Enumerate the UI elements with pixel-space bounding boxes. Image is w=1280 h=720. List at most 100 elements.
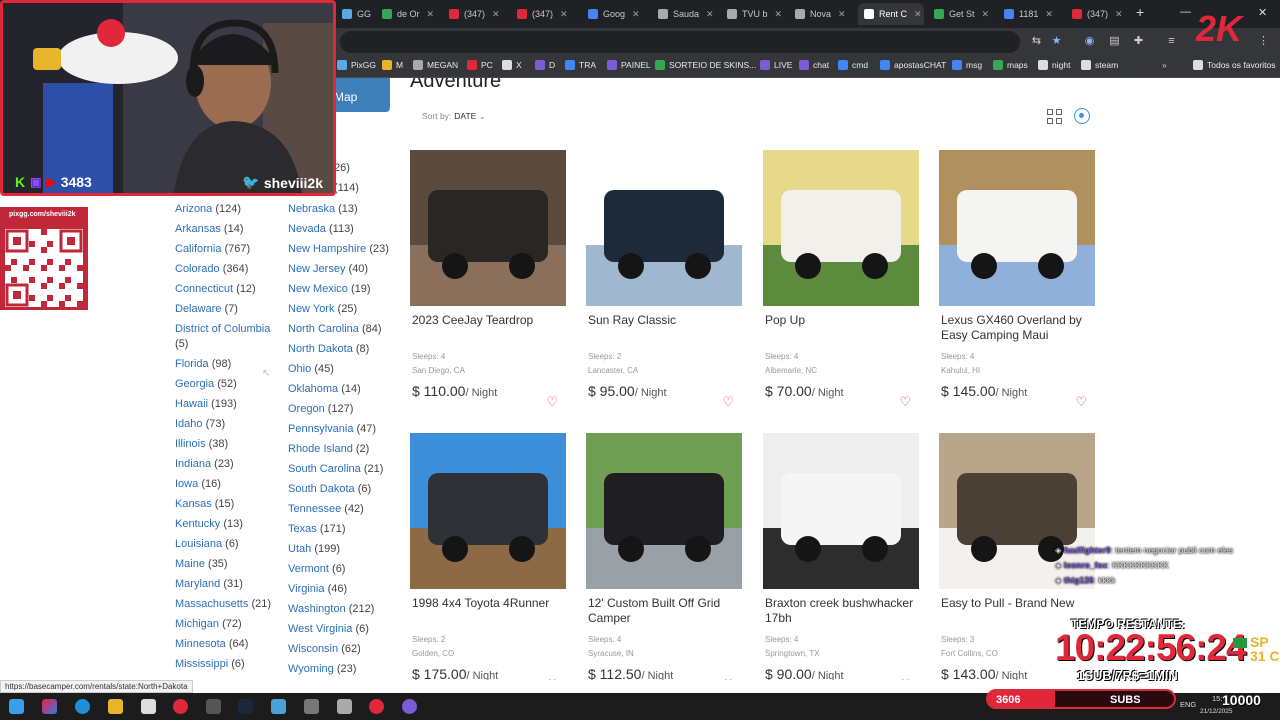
bookmark-item[interactable]: MEGAN [413,60,458,70]
listing-photo[interactable] [763,150,919,306]
favorite-heart-icon[interactable]: ♡ [722,677,734,680]
state-link[interactable]: Hawaii (193) [175,394,285,414]
listing-title[interactable]: 12' Custom Built Off Grid Camper [586,596,742,628]
browser-tab[interactable]: TVU b ✕ [721,3,787,25]
listing-card[interactable]: Lexus GX460 Overland by Easy Camping Mau… [939,150,1095,412]
address-bar[interactable] [340,31,1020,53]
extension-icon[interactable]: ▤ [1108,35,1121,48]
state-link[interactable]: South Carolina (21) [288,459,398,479]
listing-title[interactable]: Sun Ray Classic [586,313,742,345]
bookmark-item[interactable]: SORTEIO DE SKINS... [655,60,756,70]
tray-time[interactable]: 15: [1212,694,1222,703]
tab-close-icon[interactable]: ✕ [1045,9,1053,20]
minimize-icon[interactable]: — [1180,6,1191,18]
app-icon[interactable] [271,699,286,714]
bookmark-item[interactable]: maps [993,60,1028,70]
translate-icon[interactable]: ⇆ [1030,35,1043,48]
state-link[interactable]: Maryland (31) [175,574,285,594]
puzzle-icon[interactable]: ✚ [1132,35,1145,48]
state-link[interactable]: Texas (171) [288,519,398,539]
state-link[interactable]: Utah (199) [288,539,398,559]
grid-view-icon[interactable] [1047,109,1063,125]
state-link[interactable]: Kansas (15) [175,494,285,514]
new-tab-button[interactable]: + [1136,4,1144,20]
tab-close-icon[interactable]: ✕ [838,9,846,20]
listing-card[interactable]: 2023 CeeJay Teardrop Sleeps: 4 San Diego, … [410,150,566,412]
listing-card[interactable]: 12' Custom Built Off Grid Camper Sleeps: … [586,433,742,680]
bookmark-item[interactable]: Todos os favoritos [1193,60,1276,70]
state-link[interactable]: Pennsylvania (47) [288,419,398,439]
app-icon[interactable] [42,699,57,714]
tab-close-icon[interactable]: ✕ [1115,9,1123,20]
state-link[interactable]: Iowa (16) [175,474,285,494]
tab-close-icon[interactable]: ✕ [427,9,435,20]
browser-tab[interactable]: Sauda ✕ [652,3,718,25]
bookmark-item[interactable]: night [1038,60,1070,70]
state-link[interactable]: Colorado (364) [175,259,285,279]
browser-tab[interactable]: de Or ✕ [376,3,442,25]
state-link[interactable]: Massachusetts (21) [175,594,285,614]
state-link[interactable]: Minnesota (64) [175,634,285,654]
state-link[interactable]: District of Columbia (5) [175,319,285,354]
listing-card[interactable]: 1998 4x4 Toyota 4Runner Sleeps: 2 Golden, … [410,433,566,680]
tab-close-icon[interactable]: ✕ [492,9,500,20]
bookmark-item[interactable]: cmd [838,60,868,70]
state-link[interactable]: Kentucky (13) [175,514,285,534]
favorite-heart-icon[interactable]: ♡ [1075,394,1087,410]
state-link[interactable]: Arkansas (14) [175,219,285,239]
state-link[interactable]: Delaware (7) [175,299,285,319]
store-icon[interactable] [141,699,156,714]
state-link[interactable]: Oklahoma (14) [288,379,398,399]
state-link[interactable]: Nevada (113) [288,219,398,239]
more-bookmarks-icon[interactable]: » [1162,60,1167,70]
bookmark-star-icon[interactable]: ★ [1050,35,1063,48]
listing-photo[interactable] [586,433,742,589]
bookmark-item[interactable]: chat [799,60,829,70]
browser-tab[interactable]: (347) ✕ [511,3,577,25]
listing-photo[interactable] [410,150,566,306]
app-icon[interactable] [402,699,417,714]
listing-title[interactable]: Braxton creek bushwhacker 17bh [763,596,919,628]
state-link[interactable]: Rhode Island (2) [288,439,398,459]
state-link[interactable]: Wyoming (23) [288,659,398,679]
listing-photo[interactable] [586,150,742,306]
start-icon[interactable] [9,699,24,714]
state-link[interactable]: Indiana (23) [175,454,285,474]
chrome-icon[interactable] [369,699,384,714]
state-link[interactable]: Connecticut (12) [175,279,285,299]
state-link[interactable]: Illinois (38) [175,434,285,454]
bookmark-item[interactable]: TRA [565,60,596,70]
state-link[interactable]: Ohio (45) [288,359,398,379]
map-view-icon[interactable] [1074,108,1090,124]
listing-photo[interactable] [410,433,566,589]
listing-title[interactable]: 1998 4x4 Toyota 4Runner [410,596,566,628]
state-link[interactable]: Nebraska (13) [288,199,398,219]
bookmark-item[interactable]: PixGG [337,60,376,70]
browser-tab[interactable]: Nova ✕ [789,3,855,25]
close-window-icon[interactable]: ✕ [1258,6,1267,19]
steam-icon[interactable] [238,699,253,714]
bookmark-item[interactable]: X [502,60,522,70]
state-link[interactable]: New York (25) [288,299,398,319]
calculator-icon[interactable] [337,699,352,714]
favorite-heart-icon[interactable]: ♡ [546,677,558,680]
state-link[interactable]: West Virginia (6) [288,619,398,639]
browser-tab[interactable]: Rent C ✕ [858,3,924,25]
favorite-heart-icon[interactable]: ♡ [722,394,734,410]
menu-icon[interactable]: ⋮ [1257,35,1270,48]
sort-control[interactable]: Sort by: DATE ⌄ [422,111,486,122]
bookmark-item[interactable]: PC [467,60,493,70]
state-link[interactable]: Idaho (73) [175,414,285,434]
tab-close-icon[interactable]: ✕ [560,9,568,20]
state-link[interactable]: Wisconsin (62) [288,639,398,659]
browser-tab[interactable]: 1181 ✕ [998,3,1064,25]
bookmark-item[interactable]: D [535,60,555,70]
state-link[interactable]: Louisiana (6) [175,534,285,554]
state-link[interactable]: Oregon (127) [288,399,398,419]
browser-tab[interactable]: (347) ✕ [443,3,509,25]
state-link[interactable]: North Dakota (8) [288,339,398,359]
app-icon[interactable] [206,699,221,714]
bookmark-item[interactable]: msg [952,60,982,70]
listing-card[interactable]: Sun Ray Classic Sleeps: 2 Lancaster, CA $ 9… [586,150,742,412]
browser-tab[interactable]: Goog ✕ [582,3,648,25]
